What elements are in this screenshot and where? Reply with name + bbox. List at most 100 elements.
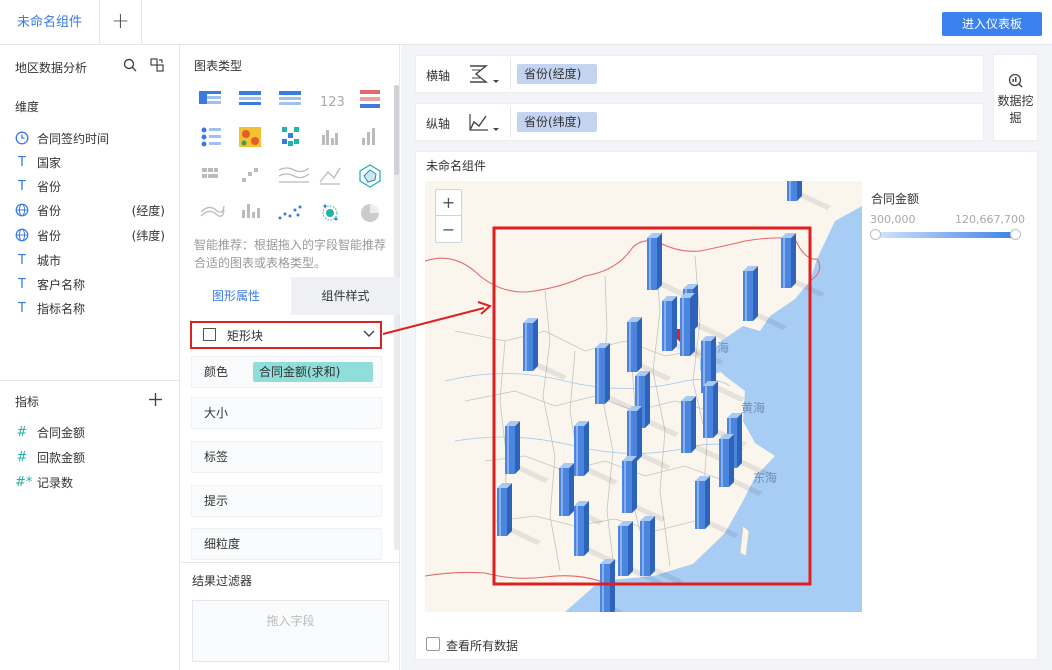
x-axis-label: 横轴 [426,69,451,83]
metric-label: 合同金额 [37,425,86,440]
sea-label: 黄海 [741,400,765,415]
metric-item[interactable]: # 合同金额 [15,422,165,442]
divider [510,59,511,89]
chevron-down-icon [363,330,375,337]
divider [510,107,511,137]
map-bar[interactable] [574,501,618,565]
chart-title: 未命名组件 [426,159,487,173]
map-bar[interactable] [497,483,541,545]
kpi-card-icon[interactable] [360,90,380,108]
tab-graphic-properties[interactable]: 图形属性 [181,277,291,315]
dataset-title: 地区数据分析 [15,61,88,75]
top-bar [0,0,1052,45]
text-type-icon: T [18,300,26,316]
data-mining-icon [1008,73,1023,88]
dimension-item[interactable]: T 省份 [15,176,165,196]
wave-area-icon[interactable] [200,205,225,217]
chart-type-title: 图表类型 [194,59,243,73]
dimension-item[interactable]: T 客户名称 [15,274,165,294]
bar-chart-icon[interactable] [362,128,375,145]
pie-chart-icon[interactable] [361,204,379,222]
grouped-table-icon[interactable] [239,91,261,105]
scatter-chart-icon[interactable] [278,205,302,220]
line-chart-icon[interactable] [278,167,310,183]
text-type-icon: T [18,276,26,292]
cross-table-icon[interactable] [279,91,301,105]
y-axis-type-icon[interactable] [468,112,502,134]
dimension-item[interactable]: 省份 (经度) [15,200,165,220]
legend-max-handle[interactable] [1010,229,1021,240]
dimension-suffix: (经度) [131,203,165,218]
dimension-label: 省份 [37,179,62,194]
dimension-item[interactable]: T 指标名称 [15,298,165,318]
config-scrollbar-thumb[interactable] [394,85,399,175]
shape-type-select[interactable] [190,321,382,349]
zoom-out-button[interactable]: − [436,217,461,243]
tooltip-property[interactable]: 提示 [191,485,382,517]
dimension-item[interactable]: T 国家 [15,152,165,172]
metric-label: 记录数 [37,475,74,490]
hash-star-icon: #* [15,474,33,490]
result-filter-dropzone[interactable]: 拖入字段 [192,600,389,662]
map-bar[interactable] [787,181,831,210]
metric-item[interactable]: #* 记录数 [15,472,165,492]
text-type-icon: T [18,252,26,268]
x-axis-field-chip[interactable]: 省份(经度) [517,64,597,84]
view-all-data-checkbox[interactable] [426,637,440,651]
enter-dashboard-button[interactable]: 进入仪表板 [942,12,1042,36]
scatter-bar-icon[interactable] [242,168,258,182]
x-axis-type-icon[interactable] [468,64,502,86]
stacked-bar-icon[interactable] [202,168,218,178]
globe-icon [15,203,29,217]
dimensions-label: 维度 [15,100,40,114]
y-axis-field-chip[interactable]: 省份(纬度) [517,112,597,132]
text-type-icon: T [18,154,26,170]
dot-list-icon[interactable] [201,127,222,147]
map-bar[interactable] [574,421,618,485]
dimension-item[interactable]: T 城市 [15,250,165,270]
shape-type-value: 矩形块 [227,329,264,343]
switch-dataset-icon[interactable] [150,58,164,72]
kpi-number-icon[interactable]: 123 [320,95,345,110]
column-chart-icon[interactable] [322,130,338,145]
bubble-map-icon[interactable] [322,204,338,221]
legend-gradient-bar [875,232,1017,238]
add-metric-icon[interactable] [149,393,162,406]
text-type-icon: T [18,178,26,194]
heatmap-icon[interactable] [239,127,261,147]
metric-label: 回款金额 [37,450,86,465]
area-chart-icon[interactable] [319,167,341,185]
legend-min-handle[interactable] [870,229,881,240]
matrix-icon[interactable] [282,127,299,146]
dimension-label: 合同签约时间 [37,131,110,146]
clock-icon [15,131,29,145]
rivers [444,373,744,454]
tab-unnamed-component[interactable]: 未命名组件 [0,0,100,45]
metrics-label: 指标 [15,395,40,409]
radar-chart-icon[interactable] [359,164,381,188]
map-view[interactable]: 渤海 黄海 东海 [425,181,862,612]
granularity-property[interactable]: 细粒度 [191,528,382,560]
label-property[interactable]: 标签 [191,441,382,473]
metric-item[interactable]: # 回款金额 [15,447,165,467]
annotation-arrow [382,301,492,335]
map-canvas[interactable]: 渤海 黄海 东海 [425,181,862,612]
add-tab-button[interactable]: + [100,0,142,45]
zoom-control: + − [435,189,462,243]
box-plot-icon[interactable] [242,204,260,218]
dimension-item[interactable]: 合同签约时间 [15,128,165,148]
size-property[interactable]: 大小 [191,397,382,429]
zoom-in-button[interactable]: + [436,190,461,216]
color-field-chip[interactable]: 合同金额(求和) [253,362,373,382]
globe-icon [15,228,29,242]
hash-icon: # [16,424,28,440]
map-bar[interactable] [523,318,567,380]
table-icon[interactable] [199,91,221,104]
map-bar[interactable] [505,421,549,483]
dimension-item[interactable]: 省份 (纬度) [15,225,165,245]
data-mining-label: 数据挖掘 [997,94,1034,125]
smart-recommend-hint: 智能推荐：根据拖入的字段智能推荐合适的图表或表格类型。 [194,238,387,270]
dimension-label: 省份 [37,203,62,218]
divider [181,562,400,563]
search-icon[interactable] [123,58,137,72]
